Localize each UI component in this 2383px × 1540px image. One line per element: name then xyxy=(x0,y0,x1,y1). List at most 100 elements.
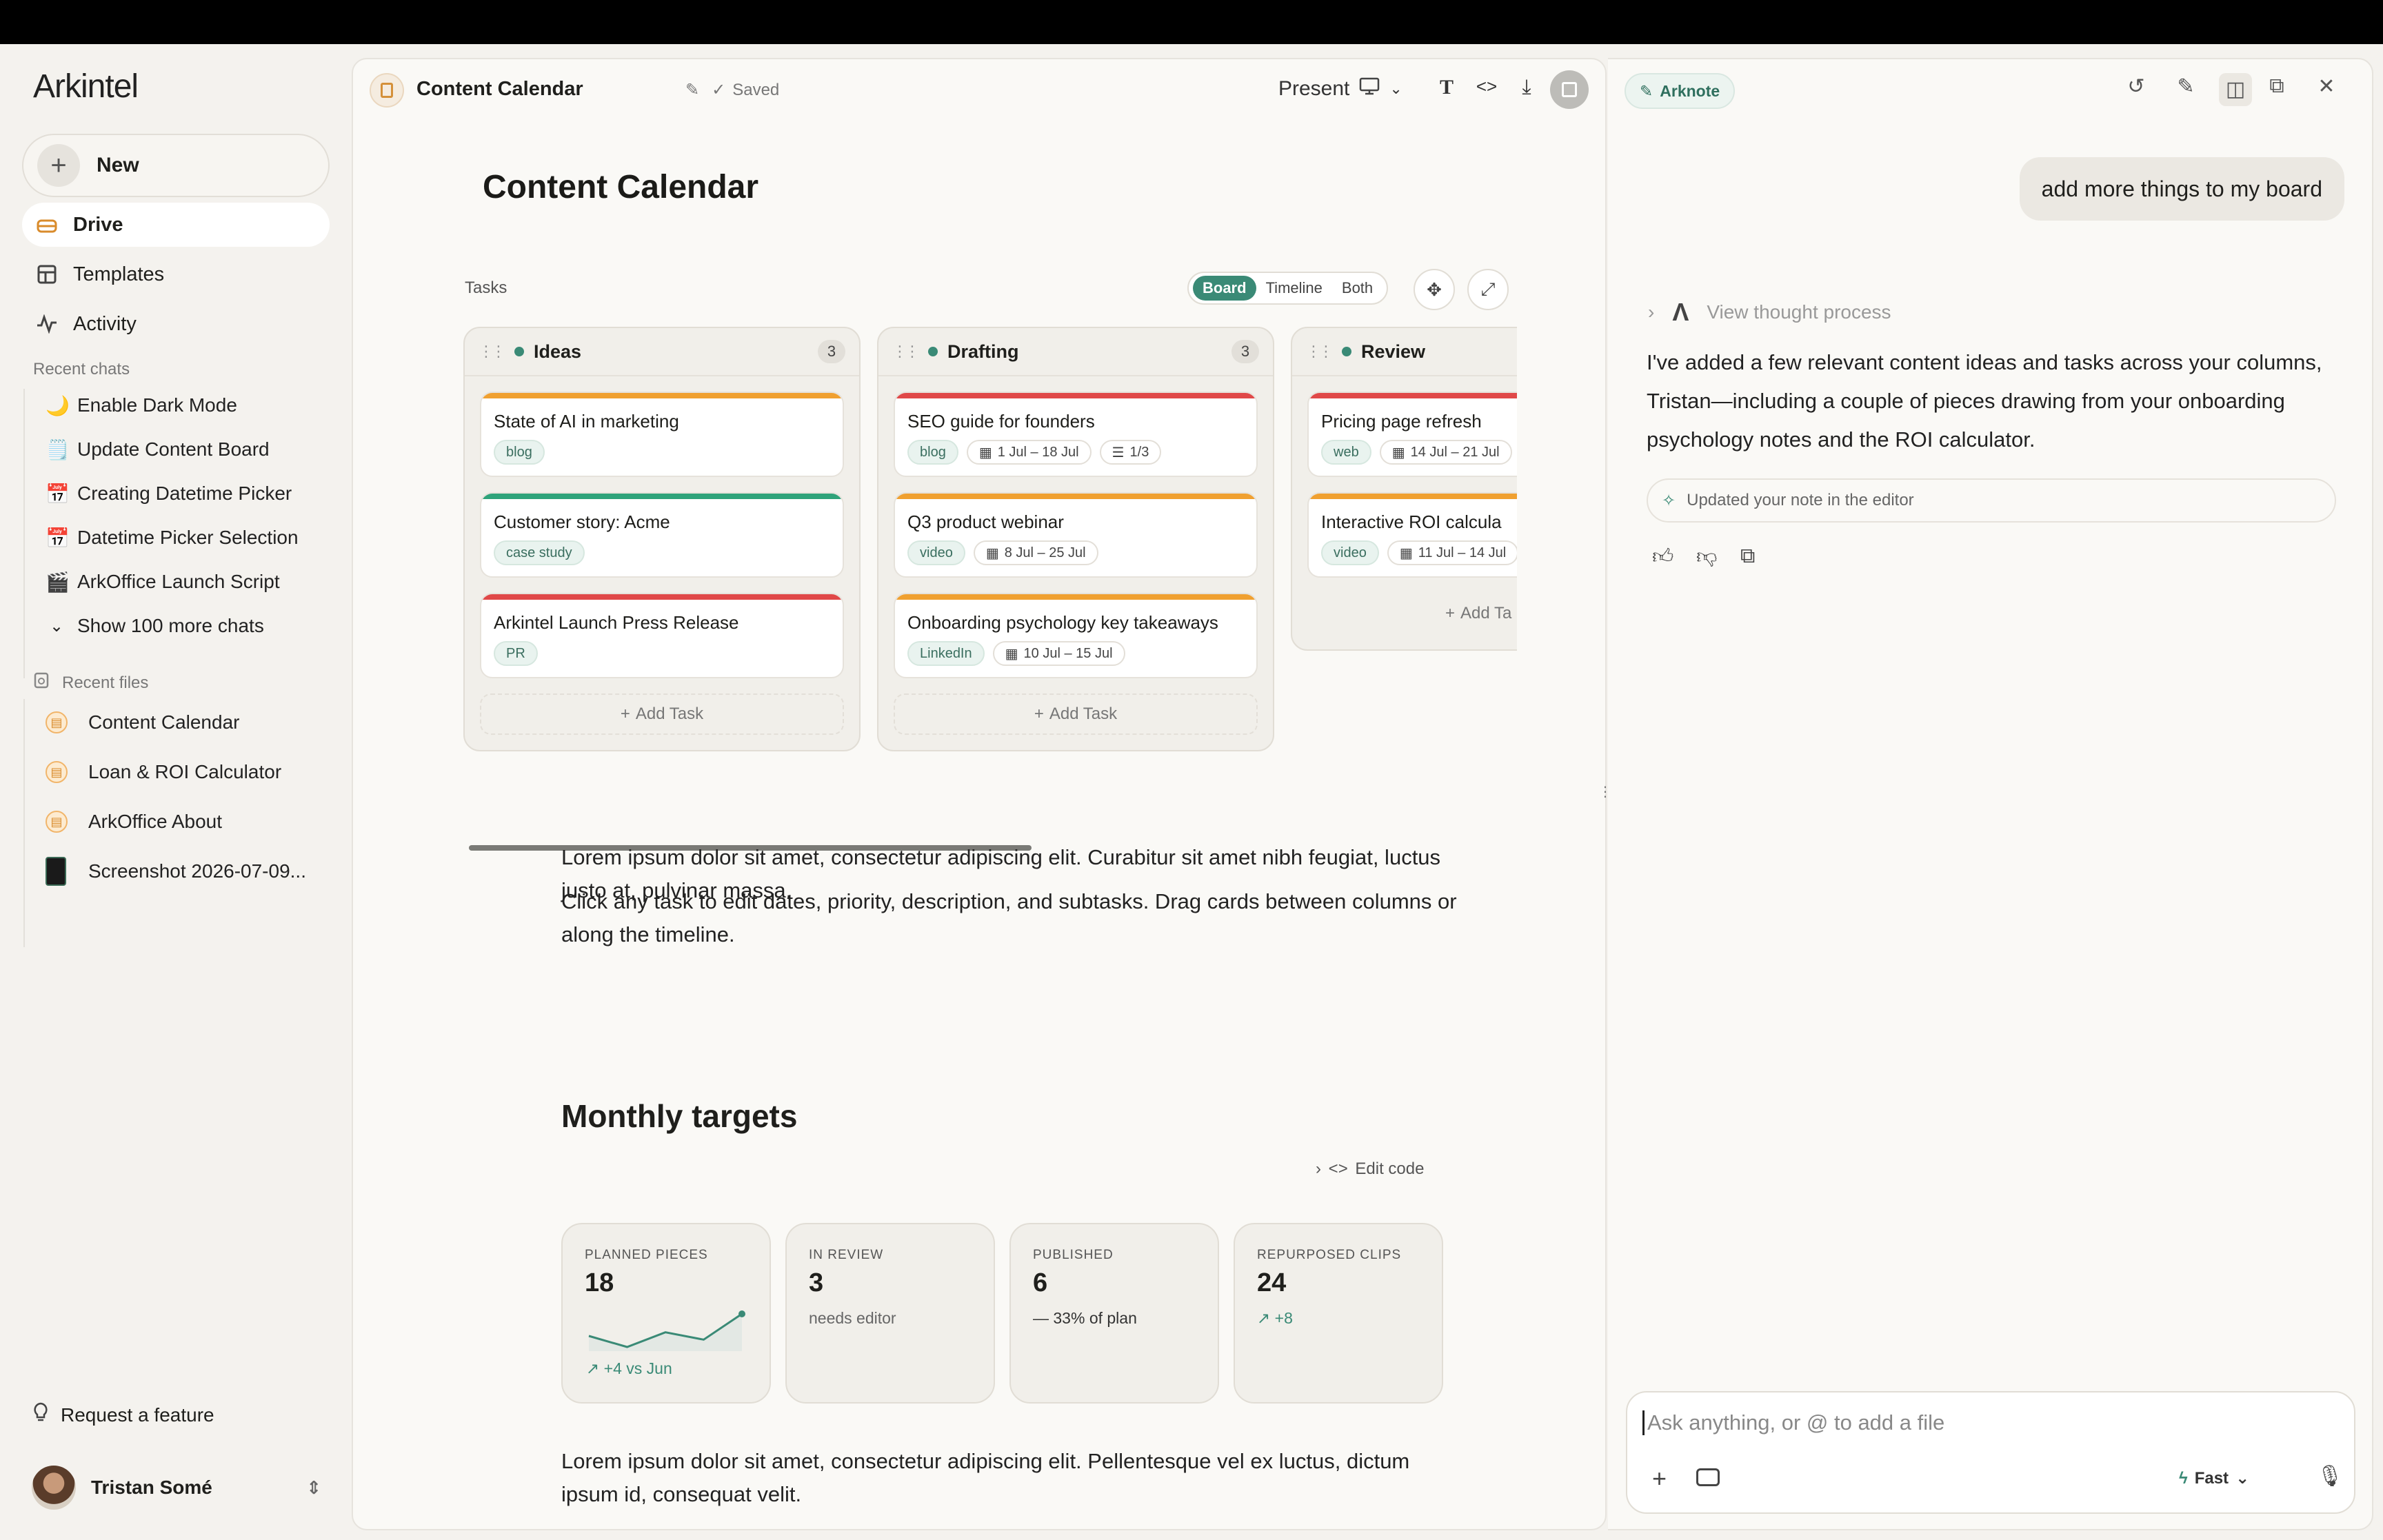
task-tag: PR xyxy=(494,641,538,666)
recent-file-item[interactable]: ▤ Content Calendar xyxy=(46,700,239,744)
thought-process-toggle[interactable]: › Λ View thought process xyxy=(1648,298,1891,327)
task-card[interactable]: SEO guide for founders blog ▦ 1 Jul – 18 … xyxy=(894,392,1258,477)
save-status: ✎ ✓ Saved xyxy=(685,80,779,100)
pencil-icon[interactable]: ✎ xyxy=(685,80,699,100)
date-range: 11 Jul – 14 Jul xyxy=(1418,545,1507,560)
sidebar-item-activity[interactable]: Activity xyxy=(22,302,330,346)
stat-label: PUBLISHED xyxy=(1033,1248,1114,1262)
expand-button[interactable]: ⤢ xyxy=(1467,269,1509,310)
add-task-button[interactable]: + Add Task xyxy=(480,693,844,735)
stat-value: 3 xyxy=(809,1268,824,1297)
recent-chat-item[interactable]: 🎬 ArkOffice Launch Script xyxy=(46,563,280,601)
drive-icon[interactable] xyxy=(1696,1468,1720,1486)
add-attachment-icon[interactable]: + xyxy=(1652,1464,1667,1493)
text-format-icon[interactable]: T xyxy=(1431,76,1462,99)
move-icon: ✥ xyxy=(1427,278,1442,300)
sidebar-item-templates[interactable]: Templates xyxy=(22,252,330,296)
recent-file-item[interactable]: ▤ ArkOffice About xyxy=(46,800,222,844)
sidebar-item-label: Templates xyxy=(73,263,165,285)
task-title: Onboarding psychology key takeaways xyxy=(907,612,1218,633)
sidebar-item-drive[interactable]: Drive xyxy=(22,203,330,247)
popout-icon[interactable]: ⧉ xyxy=(2260,74,2293,98)
task-card[interactable]: Arkintel Launch Press Release PR xyxy=(480,593,844,678)
calendar-icon: ▦ xyxy=(1399,545,1413,561)
recent-files-header: Recent files xyxy=(33,671,148,694)
close-icon[interactable]: ✕ xyxy=(2310,74,2343,99)
priority-bar xyxy=(1309,393,1517,398)
chevron-down-icon[interactable]: ⌄ xyxy=(1389,80,1402,98)
history-icon[interactable]: ↺ xyxy=(2120,74,2153,99)
avatar xyxy=(32,1466,76,1510)
task-tag: blog xyxy=(907,440,958,465)
column-count: 3 xyxy=(1231,340,1259,363)
task-title: SEO guide for founders xyxy=(907,411,1095,432)
paragraph[interactable]: Lorem ipsum dolor sit amet, consectetur … xyxy=(561,1445,1465,1511)
document-icon: ▤ xyxy=(46,811,68,833)
task-card[interactable]: Customer story: Acme case study xyxy=(480,492,844,578)
column-status-dot xyxy=(1342,347,1351,356)
arknote-badge[interactable]: ✎ Arknote xyxy=(1625,73,1736,109)
recent-chat-item[interactable]: 📅 Datetime Picker Selection xyxy=(46,518,299,557)
task-card[interactable]: Q3 product webinar video ▦ 8 Jul – 25 Jul xyxy=(894,492,1258,578)
stat-value: 18 xyxy=(585,1268,614,1297)
section-heading[interactable]: Monthly targets xyxy=(561,1097,797,1135)
add-task-button[interactable]: + Add Ta xyxy=(1307,593,1517,634)
recent-chat-item[interactable]: 🌙 Enable Dark Mode xyxy=(46,386,237,425)
date-range: 14 Jul – 21 Jul xyxy=(1410,444,1500,460)
thumbs-up-icon[interactable]: 👍︎ xyxy=(1652,545,1673,569)
recent-file-item[interactable]: Screenshot 2026-07-09... xyxy=(46,849,306,893)
split-view-icon[interactable]: ◫ xyxy=(2219,73,2252,106)
view-option-board[interactable]: Board xyxy=(1193,276,1256,301)
view-option-both[interactable]: Both xyxy=(1332,276,1382,301)
thumbs-down-icon[interactable]: 👎︎ xyxy=(1696,545,1717,569)
task-card[interactable]: Interactive ROI calcula video ▦ 11 Jul – … xyxy=(1307,492,1517,578)
app-logo[interactable]: Arkintel xyxy=(33,68,139,105)
new-button[interactable]: + New xyxy=(22,134,330,197)
calendar-icon: 📅 xyxy=(46,527,70,549)
expand-icon: ⤢ xyxy=(1480,278,1496,299)
task-card[interactable]: State of AI in marketing blog xyxy=(480,392,844,477)
priority-bar xyxy=(895,494,1256,499)
user-menu[interactable]: Tristan Somé ⇕ xyxy=(32,1463,321,1512)
page-title[interactable]: Content Calendar xyxy=(483,168,758,206)
view-toggle: Board Timeline Both xyxy=(1187,272,1389,305)
drag-handle-icon[interactable]: ⋮⋮ xyxy=(1306,343,1334,361)
microphone-icon[interactable]: 🎙︎ xyxy=(2317,1464,2343,1488)
panel-resize-handle[interactable]: ⋮ xyxy=(1598,783,1612,800)
column-name: Ideas xyxy=(534,341,582,362)
model-mode-selector[interactable]: ϟ Fast ⌄ xyxy=(2179,1468,2249,1488)
add-task-button[interactable]: + Add Task xyxy=(894,693,1258,735)
add-task-label: Add Task xyxy=(635,705,704,723)
view-option-timeline[interactable]: Timeline xyxy=(1256,276,1332,301)
save-button[interactable] xyxy=(1550,70,1589,109)
paragraph[interactable]: Click any task to edit dates, priority, … xyxy=(561,885,1465,951)
checklist-icon: ☰ xyxy=(1112,445,1125,460)
stat-card: PUBLISHED 6 — 33% of plan xyxy=(1009,1223,1219,1404)
request-feature-link[interactable]: Request a feature xyxy=(33,1402,214,1428)
edit-code-toggle[interactable]: › <> Edit code xyxy=(1316,1159,1424,1179)
user-message: add more things to my board xyxy=(2019,157,2344,221)
edit-icon[interactable]: ✎ xyxy=(2169,74,2202,99)
code-icon[interactable]: <> xyxy=(1471,76,1502,97)
sparkle-icon: ✧ xyxy=(1662,491,1676,510)
drag-handle-icon[interactable]: ⋮⋮ xyxy=(479,343,506,361)
calendar-icon: 📅 xyxy=(46,483,70,505)
editor-update-notice[interactable]: ✧ Updated your note in the editor xyxy=(1647,478,2336,523)
present-button[interactable]: Present ⌄ xyxy=(1278,77,1402,101)
download-icon[interactable]: ⤓ xyxy=(1511,76,1542,99)
recent-file-item[interactable]: ▤ Loan & ROI Calculator xyxy=(46,750,281,794)
image-file-icon xyxy=(46,857,66,886)
recent-chat-item[interactable]: 📅 Creating Datetime Picker xyxy=(46,474,292,513)
drag-move-button[interactable]: ✥ xyxy=(1414,269,1455,310)
recent-chat-item[interactable]: 🗒️ Update Content Board xyxy=(46,430,270,469)
saved-label: Saved xyxy=(732,80,780,99)
task-card[interactable]: Onboarding psychology key takeaways Link… xyxy=(894,593,1258,678)
task-card[interactable]: Pricing page refresh web ▦ 14 Jul – 21 Ju… xyxy=(1307,392,1517,477)
show-more-chats[interactable]: ⌄ Show 100 more chats xyxy=(46,607,264,645)
drag-handle-icon[interactable]: ⋮⋮ xyxy=(892,343,920,361)
date-range-chip: ▦ 1 Jul – 18 Jul xyxy=(966,440,1092,465)
copy-icon[interactable]: ⧉ xyxy=(1740,545,1755,568)
doc-title[interactable]: Content Calendar xyxy=(416,78,583,101)
sparkline xyxy=(588,1310,745,1351)
chat-input[interactable]: Ask anything, or @ to add a file xyxy=(1642,1410,1944,1435)
